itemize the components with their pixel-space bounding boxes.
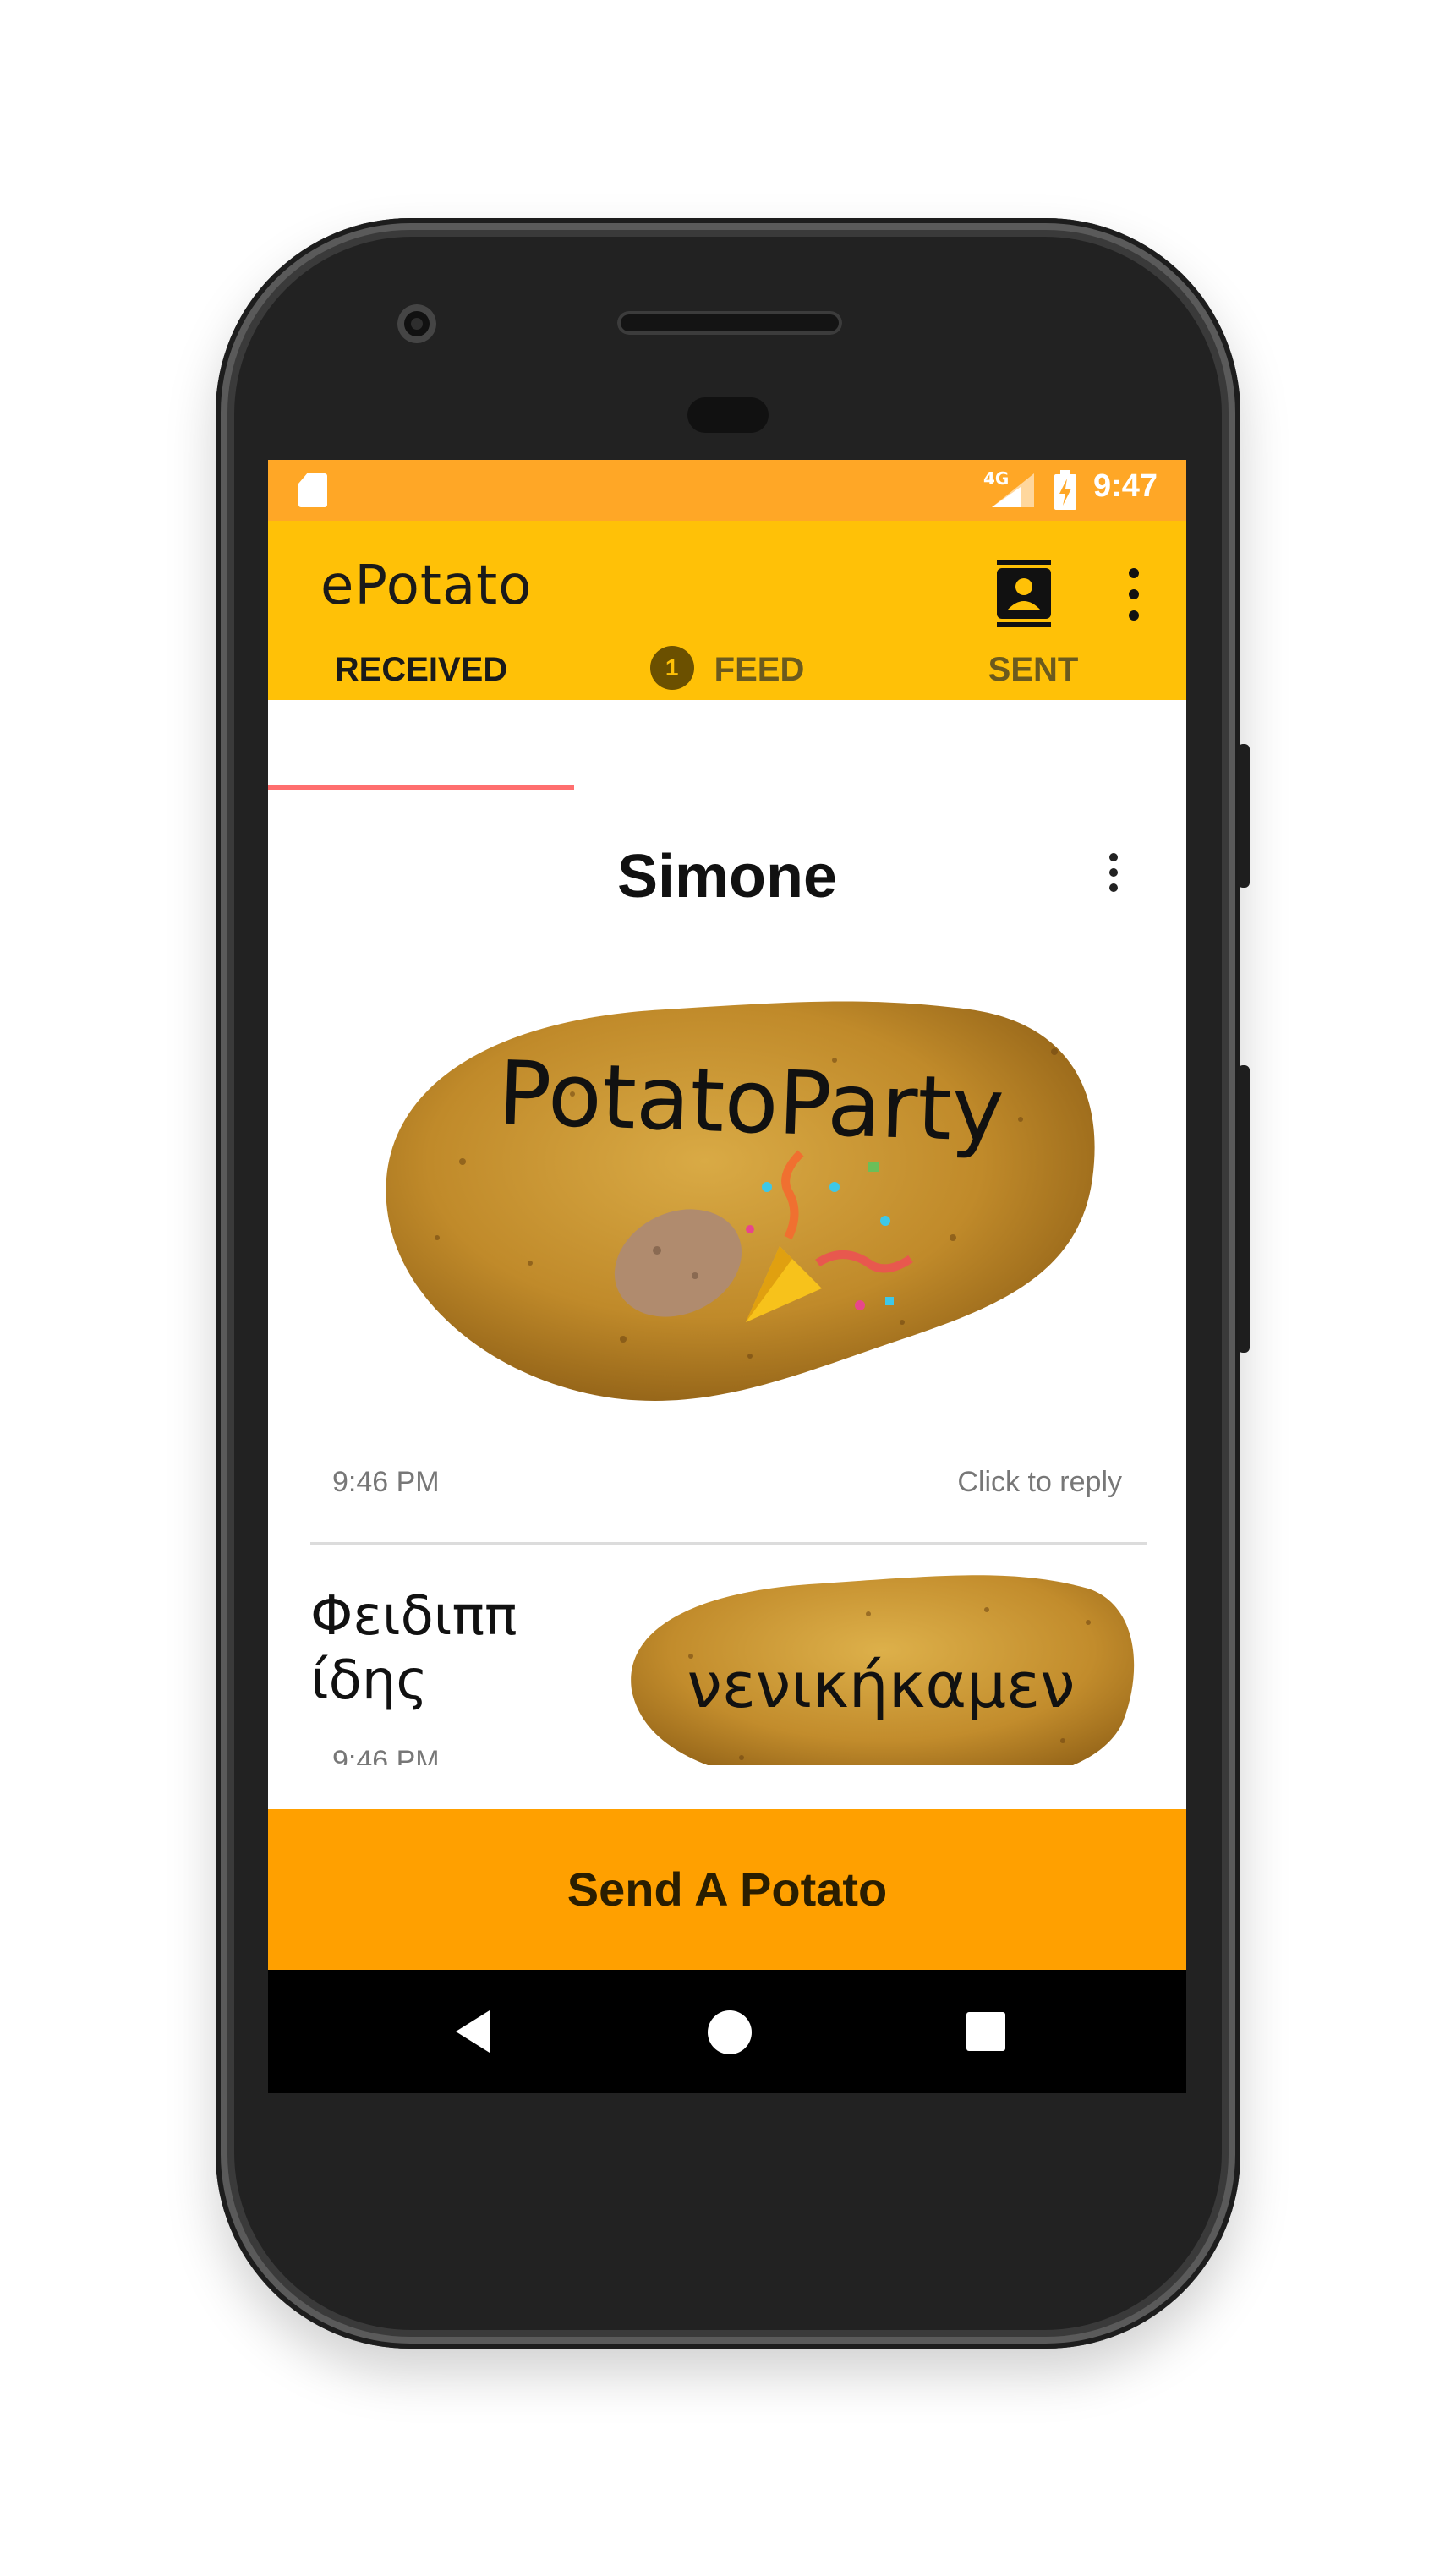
send-potato-button[interactable]: Send A Potato [268, 1809, 1186, 1970]
app-title: ePotato [320, 555, 533, 617]
card-sender-name: Simone [616, 843, 838, 911]
click-to-reply-link[interactable]: Click to reply [957, 1466, 1122, 1499]
card-timestamp: 9:46 PM [332, 1466, 440, 1498]
front-camera [397, 304, 436, 343]
card-timestamp: 9:46 PM [332, 1745, 440, 1765]
tab-feed-label: FEED [714, 651, 805, 688]
card-divider [310, 1542, 1147, 1545]
potato-message-text: PotatoParty [496, 1042, 1005, 1162]
app-bar: ePotato RECEIVED 1 FEED SENT [268, 521, 1186, 700]
recents-icon[interactable] [966, 2012, 1005, 2051]
more-vert-icon[interactable] [1117, 565, 1151, 624]
status-bar: 4G 9:47 [268, 460, 1186, 521]
status-time: 9:47 [1093, 468, 1158, 504]
screen: 4G 9:47 ePotato RECEIVED 1 FEED SENT Sim… [268, 460, 1186, 2093]
sd-card-icon [298, 473, 327, 507]
card-sender-name: Φειδιππίδης [310, 1585, 517, 1712]
potato-message-text: νενικήκαμεν [687, 1649, 1075, 1722]
tab-received-label: RECEIVED [334, 651, 508, 688]
tab-bar: RECEIVED 1 FEED SENT [268, 639, 1186, 700]
tab-sent[interactable]: SENT [880, 639, 1186, 700]
feed-count-badge: 1 [649, 646, 694, 691]
network-type-label: 4G [983, 468, 1010, 489]
home-icon[interactable] [708, 2010, 752, 2054]
volume-button [1238, 1065, 1250, 1353]
potato-image[interactable]: νενικήκαμεν [615, 1563, 1139, 1765]
battery-charging-icon [1054, 470, 1076, 510]
potato-image[interactable]: PotatoParty [361, 984, 1105, 1415]
contacts-icon[interactable] [993, 560, 1054, 627]
potato-list[interactable]: Simone PotatoParty 9:46 PM Click to repl… [268, 790, 1186, 1765]
tab-received[interactable]: RECEIVED [268, 639, 574, 700]
proximity-sensor [687, 397, 769, 433]
card-more-icon[interactable] [1097, 849, 1130, 900]
earpiece-speaker [617, 311, 842, 335]
navigation-bar [268, 1970, 1186, 2093]
tab-sent-label: SENT [988, 651, 1079, 688]
power-button [1238, 744, 1250, 888]
back-icon[interactable] [452, 2009, 493, 2054]
tab-feed[interactable]: 1 FEED [574, 639, 880, 700]
